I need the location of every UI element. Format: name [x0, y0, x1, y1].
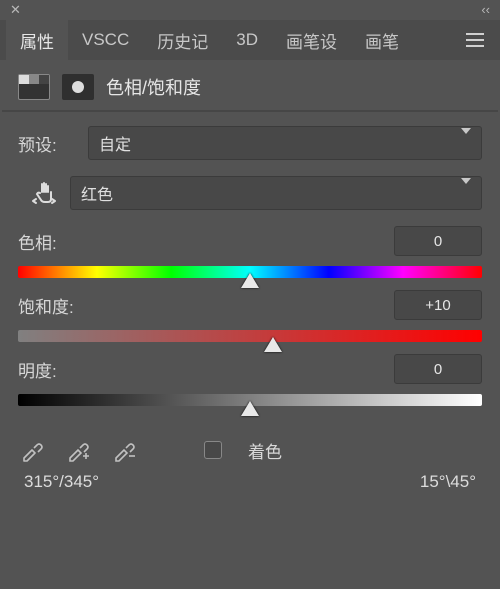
eyedropper-plus-icon[interactable] — [64, 436, 92, 464]
hue-slider-track[interactable] — [18, 266, 482, 278]
channel-dropdown[interactable]: 红色 — [70, 176, 482, 210]
lightness-slider-track[interactable] — [18, 394, 482, 406]
color-range-readout: 315°/345° 15°\45° — [18, 468, 482, 492]
preset-label: 预设: — [18, 131, 88, 156]
lightness-label: 明度: — [18, 357, 394, 382]
channel-row: 红色 — [18, 176, 482, 210]
lightness-group: 明度: 0 — [18, 354, 482, 406]
hue-group: 色相: 0 — [18, 226, 482, 278]
tab-brush-presets[interactable]: 画笔设 — [272, 20, 351, 60]
targeted-adjustment-icon[interactable] — [18, 177, 70, 209]
saturation-value-input[interactable]: +10 — [394, 290, 482, 320]
eyedropper-minus-icon[interactable] — [110, 436, 138, 464]
panel-tabs: 属性 VSCC 历史记 3D 画笔设 画笔 — [0, 20, 500, 60]
panel-menu-icon[interactable] — [460, 20, 490, 60]
chevron-down-icon — [461, 128, 471, 151]
channel-value: 红色 — [81, 181, 113, 205]
adjustment-body: 预设: 自定 红色 色相: — [0, 112, 500, 492]
saturation-label: 饱和度: — [18, 293, 394, 318]
tab-properties[interactable]: 属性 — [6, 20, 68, 60]
preset-row: 预设: 自定 — [18, 126, 482, 160]
saturation-slider-track[interactable] — [18, 330, 482, 342]
lightness-value-input[interactable]: 0 — [394, 354, 482, 384]
hue-value-input[interactable]: 0 — [394, 226, 482, 256]
range-right: 15°\45° — [420, 472, 476, 492]
properties-panel: ✕ ‹‹ 属性 VSCC 历史记 3D 画笔设 画笔 色相/饱和度 预设: 自定 — [0, 0, 500, 589]
tab-history[interactable]: 历史记 — [143, 20, 222, 60]
saturation-slider-thumb[interactable] — [264, 337, 282, 352]
collapse-icon[interactable]: ‹‹ — [481, 2, 490, 20]
panel-top-controls: ✕ ‹‹ — [0, 0, 500, 20]
tab-brush[interactable]: 画笔 — [351, 20, 413, 60]
colorize-label: 着色 — [248, 438, 282, 463]
hue-label: 色相: — [18, 229, 394, 254]
chevron-down-icon — [461, 178, 471, 201]
tab-3d[interactable]: 3D — [222, 20, 272, 60]
lightness-slider-thumb[interactable] — [241, 401, 259, 416]
preset-dropdown[interactable]: 自定 — [88, 126, 482, 160]
adjustment-header: 色相/饱和度 — [0, 60, 500, 110]
tab-vscc[interactable]: VSCC — [68, 20, 143, 60]
eyedropper-icon[interactable] — [18, 436, 46, 464]
hue-slider-thumb[interactable] — [241, 273, 259, 288]
adjustment-layer-icon[interactable] — [18, 74, 50, 100]
adjustment-title: 色相/饱和度 — [106, 74, 201, 100]
saturation-group: 饱和度: +10 — [18, 290, 482, 342]
close-icon[interactable]: ✕ — [10, 2, 21, 20]
colorize-checkbox[interactable] — [204, 441, 222, 459]
layer-mask-icon[interactable] — [62, 74, 94, 100]
tool-row: 着色 — [18, 418, 482, 468]
range-left: 315°/345° — [24, 472, 99, 492]
preset-value: 自定 — [99, 131, 131, 155]
